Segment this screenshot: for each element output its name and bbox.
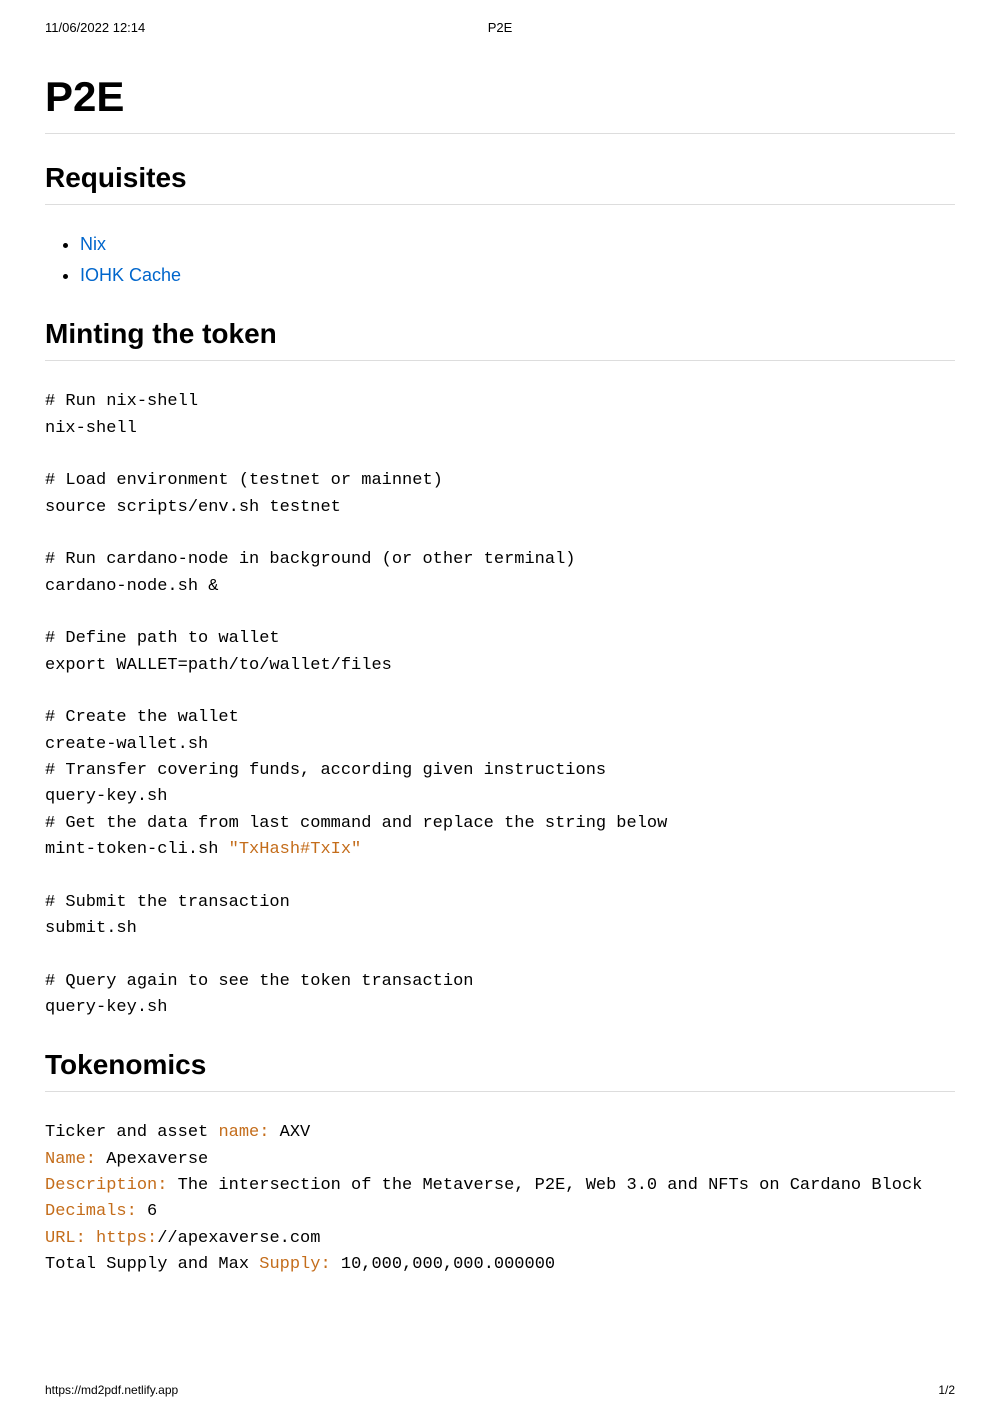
tokenomics-code-block: Ticker and asset name: AXV Name: Apexave… [45,1120,955,1278]
code-comment: # Create the wallet [45,708,239,727]
code-value: //apexaverse.com [157,1229,320,1248]
tokenomics-heading: Tokenomics [45,1049,955,1092]
code-comment: # Get the data from last command and rep… [45,814,667,833]
code-line: cardano-node.sh & [45,577,218,596]
list-item: IOHK Cache [80,260,955,291]
nix-link[interactable]: Nix [80,234,106,254]
code-comment: # Submit the transaction [45,893,290,912]
header-title: P2E [488,20,513,35]
code-line: mint-token-cli.sh [45,840,229,859]
code-key: Name: [45,1150,96,1169]
code-comment: # Define path to wallet [45,629,280,648]
list-item: Nix [80,229,955,260]
document-content: P2E Requisites Nix IOHK Cache Minting th… [0,73,1000,1279]
footer-url: https://md2pdf.netlify.app [45,1383,178,1397]
code-comment: # Transfer covering funds, according giv… [45,761,606,780]
code-key: URL: [45,1229,86,1248]
code-value: 10,000,000,000.000000 [331,1255,555,1274]
code-value: Apexaverse [96,1150,208,1169]
code-line: source scripts/env.sh testnet [45,498,341,517]
code-line: nix-shell [45,419,137,438]
footer-page-number: 1/2 [938,1383,955,1397]
code-comment: # Load environment (testnet or mainnet) [45,471,443,490]
code-line: create-wallet.sh [45,735,208,754]
code-key: https: [86,1229,157,1248]
requisites-list: Nix IOHK Cache [45,229,955,290]
code-line: submit.sh [45,919,137,938]
page-header: 11/06/2022 12:14 P2E [0,0,1000,35]
code-string: "TxHash#TxIx" [229,840,362,859]
code-text: Total Supply and Max [45,1255,259,1274]
iohk-cache-link[interactable]: IOHK Cache [80,265,181,285]
header-timestamp: 11/06/2022 12:14 [45,20,145,35]
code-value: 6 [137,1202,157,1221]
code-key: name: [218,1123,269,1142]
code-line: query-key.sh [45,787,167,806]
page-title: P2E [45,73,955,134]
minting-heading: Minting the token [45,318,955,361]
code-value: The intersection of the Metaverse, P2E, … [167,1176,922,1195]
code-value: AXV [269,1123,310,1142]
code-key: Decimals: [45,1202,137,1221]
code-comment: # Run cardano-node in background (or oth… [45,550,576,569]
code-key: Description: [45,1176,167,1195]
requisites-heading: Requisites [45,162,955,205]
code-comment: # Run nix-shell [45,392,198,411]
code-comment: # Query again to see the token transacti… [45,972,473,991]
page-footer: https://md2pdf.netlify.app 1/2 [45,1383,955,1397]
code-line: export WALLET=path/to/wallet/files [45,656,392,675]
code-text: Ticker and asset [45,1123,218,1142]
minting-code-block: # Run nix-shell nix-shell # Load environ… [45,389,955,1021]
code-key: Supply: [259,1255,330,1274]
code-line: query-key.sh [45,998,167,1017]
